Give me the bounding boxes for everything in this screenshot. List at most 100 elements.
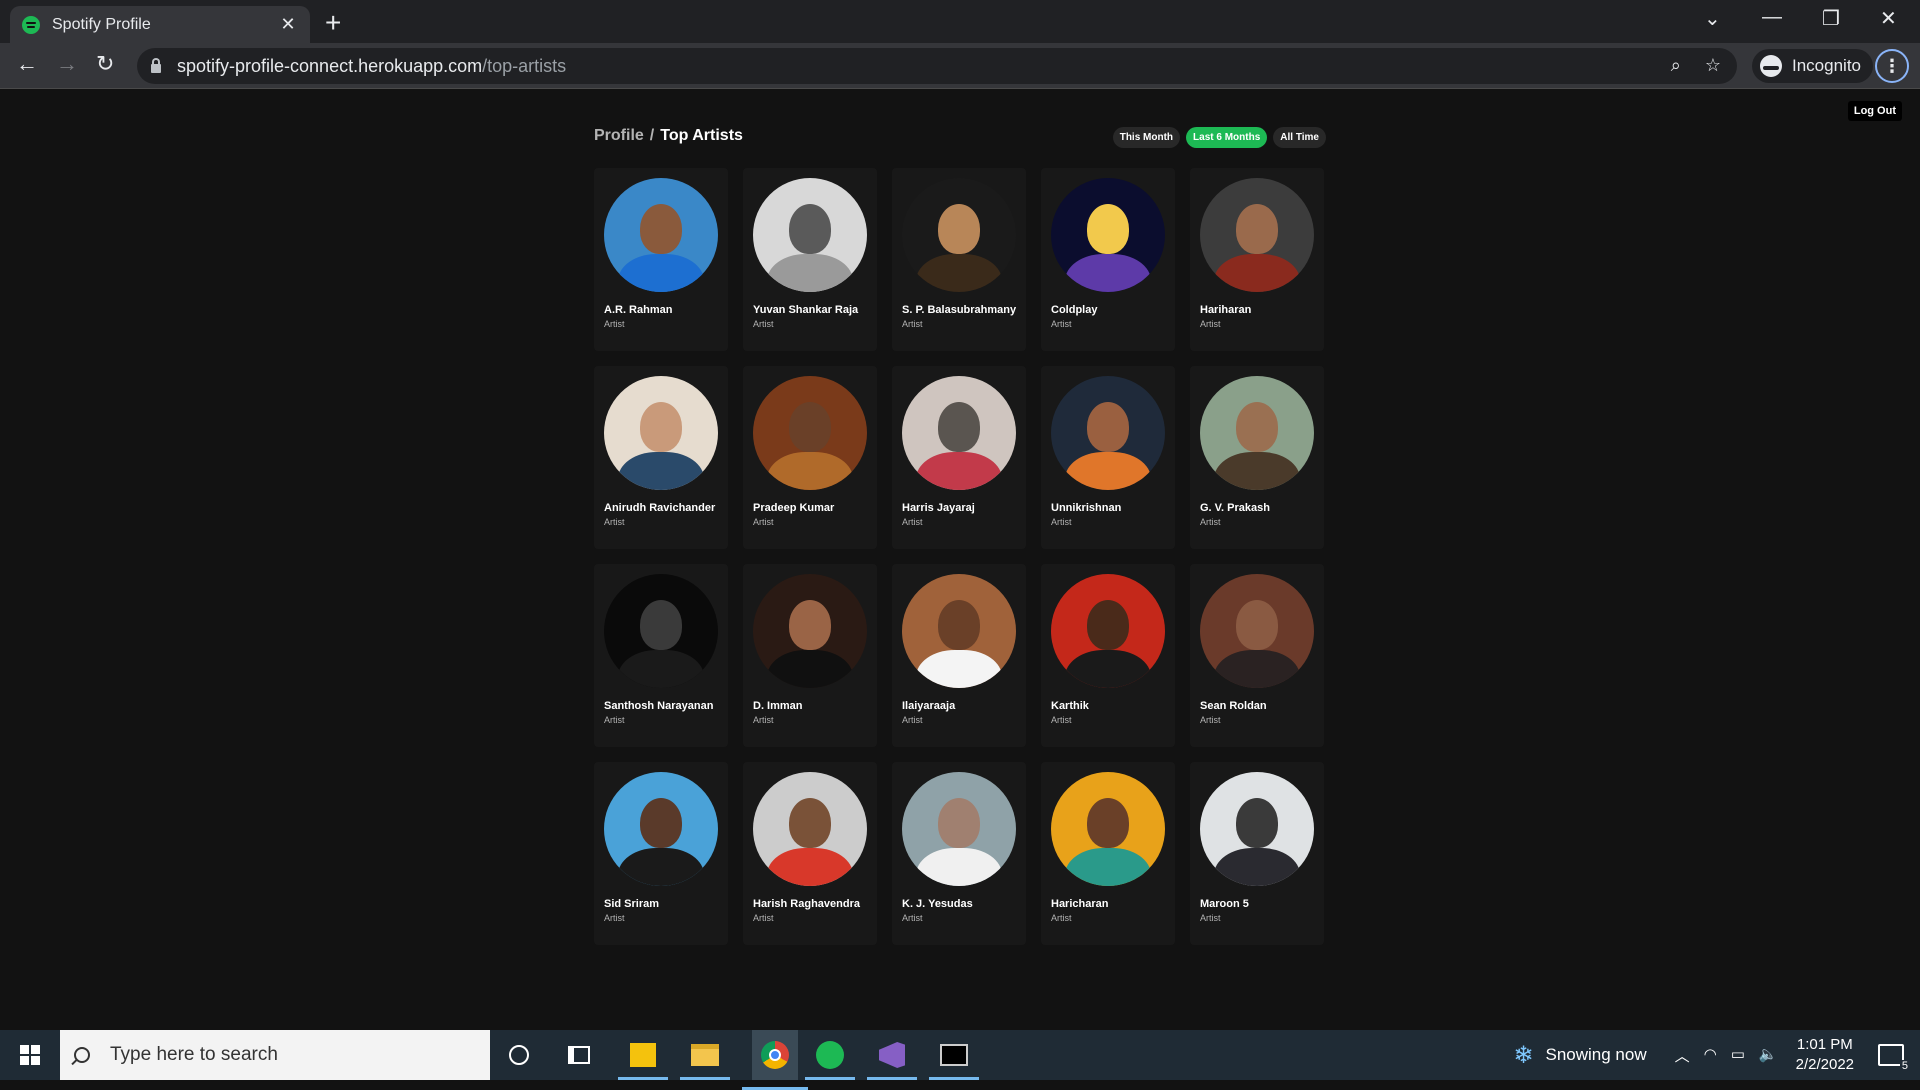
artist-name[interactable]: Karthik [1051,700,1165,712]
visual-studio-icon[interactable] [867,1040,917,1080]
artist-image[interactable] [604,376,718,490]
artist-name[interactable]: Anirudh Ravichander [604,502,718,514]
artist-image[interactable] [604,574,718,688]
artist-card[interactable]: Santhosh Narayanan Artist [594,564,728,747]
artist-image[interactable] [1051,772,1165,886]
artist-card[interactable]: Haricharan Artist [1041,762,1175,945]
artist-image[interactable] [753,178,867,292]
reload-icon[interactable]: ↻ [96,51,114,77]
breadcrumb-profile-link[interactable]: Profile [594,127,644,144]
artist-name[interactable]: Ilaiyaraaja [902,700,1016,712]
artist-card[interactable]: S. P. Balasubrahmanyam Artist [892,168,1026,351]
minimize-icon[interactable]: — [1762,6,1782,29]
notification-center-icon[interactable]: 5 [1878,1044,1910,1072]
artist-card[interactable]: Anirudh Ravichander Artist [594,366,728,549]
artist-type-label: Artist [753,715,774,725]
sticky-notes-icon[interactable] [618,1040,668,1080]
artist-image[interactable] [1051,178,1165,292]
artist-image[interactable] [604,772,718,886]
artist-name[interactable]: Maroon 5 [1200,898,1314,910]
artist-card[interactable]: D. Imman Artist [743,564,877,747]
artist-name[interactable]: Yuvan Shankar Raja [753,304,867,316]
volume-icon[interactable]: 🔈 [1759,1045,1778,1066]
tab-close-icon[interactable]: ✕ [278,14,298,35]
filter-this-month[interactable]: This Month [1112,127,1181,148]
artist-name[interactable]: Sean Roldan [1200,700,1314,712]
artist-card[interactable]: A.R. Rahman Artist [594,168,728,351]
artist-image[interactable] [1200,376,1314,490]
restore-icon[interactable]: ❐ [1822,6,1840,31]
artist-card[interactable]: Yuvan Shankar Raja Artist [743,168,877,351]
windows-start-icon[interactable] [20,1045,40,1065]
taskbar-search-box[interactable]: Type here to search [60,1030,490,1080]
artist-name[interactable]: K. J. Yesudas [902,898,1016,910]
artist-image[interactable] [902,376,1016,490]
artist-card[interactable]: Harish Raghavendra Artist [743,762,877,945]
filter-last-6-months[interactable]: Last 6 Months [1186,127,1268,148]
terminal-icon[interactable] [929,1040,979,1080]
artist-card[interactable]: Sid Sriram Artist [594,762,728,945]
artist-card[interactable]: Pradeep Kumar Artist [743,366,877,549]
artist-name[interactable]: Santhosh Narayanan [604,700,718,712]
artist-image[interactable] [753,376,867,490]
file-explorer-icon[interactable] [680,1040,730,1080]
browser-tab[interactable]: Spotify Profile ✕ [10,6,310,43]
wifi-icon[interactable]: ◠ [1704,1045,1717,1066]
artist-card[interactable]: Sean Roldan Artist [1190,564,1324,747]
lock-icon[interactable] [151,58,161,73]
artist-name[interactable]: A.R. Rahman [604,304,718,316]
artist-type-label: Artist [902,517,923,527]
taskbar-clock[interactable]: 1:01 PM 2/2/2022 [1796,1035,1854,1075]
artist-name[interactable]: Harris Jayaraj [902,502,1016,514]
artist-image[interactable] [902,772,1016,886]
url-input[interactable]: spotify-profile-connect.herokuapp.com/to… [137,48,1737,84]
weather-widget[interactable]: ❄ Snowing now [1513,1041,1646,1070]
new-tab-button[interactable]: + [325,7,341,39]
artist-name[interactable]: G. V. Prakash [1200,502,1314,514]
logout-button[interactable]: Log Out [1847,101,1902,121]
artist-image[interactable] [1200,574,1314,688]
filter-all-time[interactable]: All Time [1273,127,1326,148]
artist-image[interactable] [1200,772,1314,886]
chrome-icon[interactable] [742,1030,808,1090]
browser-menu-icon[interactable]: ⋮ [1875,49,1909,83]
artist-card[interactable]: Harris Jayaraj Artist [892,366,1026,549]
bookmark-star-icon[interactable]: ☆ [1705,55,1721,76]
artist-name[interactable]: Hariharan [1200,304,1314,316]
artist-name[interactable]: Haricharan [1051,898,1165,910]
artist-name[interactable]: S. P. Balasubrahmanyam [902,304,1016,316]
artist-image[interactable] [753,574,867,688]
artist-name[interactable]: Harish Raghavendra [753,898,867,910]
battery-icon[interactable]: ▭ [1731,1045,1745,1066]
artist-card[interactable]: Hariharan Artist [1190,168,1324,351]
cortana-icon[interactable] [504,1040,534,1070]
artist-image[interactable] [1200,178,1314,292]
tab-search-icon[interactable]: ⌄ [1704,6,1721,31]
artist-image[interactable] [753,772,867,886]
artist-image[interactable] [902,574,1016,688]
artist-image[interactable] [1051,574,1165,688]
artist-card[interactable]: Maroon 5 Artist [1190,762,1324,945]
spotify-icon[interactable] [805,1040,855,1080]
forward-icon[interactable]: → [56,51,78,77]
artist-image[interactable] [604,178,718,292]
task-view-icon[interactable] [564,1040,594,1070]
back-icon[interactable]: ← [16,51,38,77]
artist-name[interactable]: Unnikrishnan [1051,502,1165,514]
artist-image[interactable] [1051,376,1165,490]
artist-card[interactable]: Unnikrishnan Artist [1041,366,1175,549]
artist-card[interactable]: G. V. Prakash Artist [1190,366,1324,549]
artist-card[interactable]: Karthik Artist [1041,564,1175,747]
artist-card[interactable]: K. J. Yesudas Artist [892,762,1026,945]
artist-name[interactable]: Coldplay [1051,304,1165,316]
show-hidden-icons-chevron-icon[interactable]: ︿ [1675,1045,1690,1066]
zoom-icon[interactable]: ⌕ [1671,55,1681,76]
artist-card[interactable]: Coldplay Artist [1041,168,1175,351]
artist-card[interactable]: Ilaiyaraaja Artist [892,564,1026,747]
incognito-profile-button[interactable]: Incognito [1752,49,1873,83]
artist-image[interactable] [902,178,1016,292]
artist-name[interactable]: D. Imman [753,700,867,712]
window-close-icon[interactable]: ✕ [1880,6,1897,31]
artist-name[interactable]: Sid Sriram [604,898,718,910]
artist-name[interactable]: Pradeep Kumar [753,502,867,514]
